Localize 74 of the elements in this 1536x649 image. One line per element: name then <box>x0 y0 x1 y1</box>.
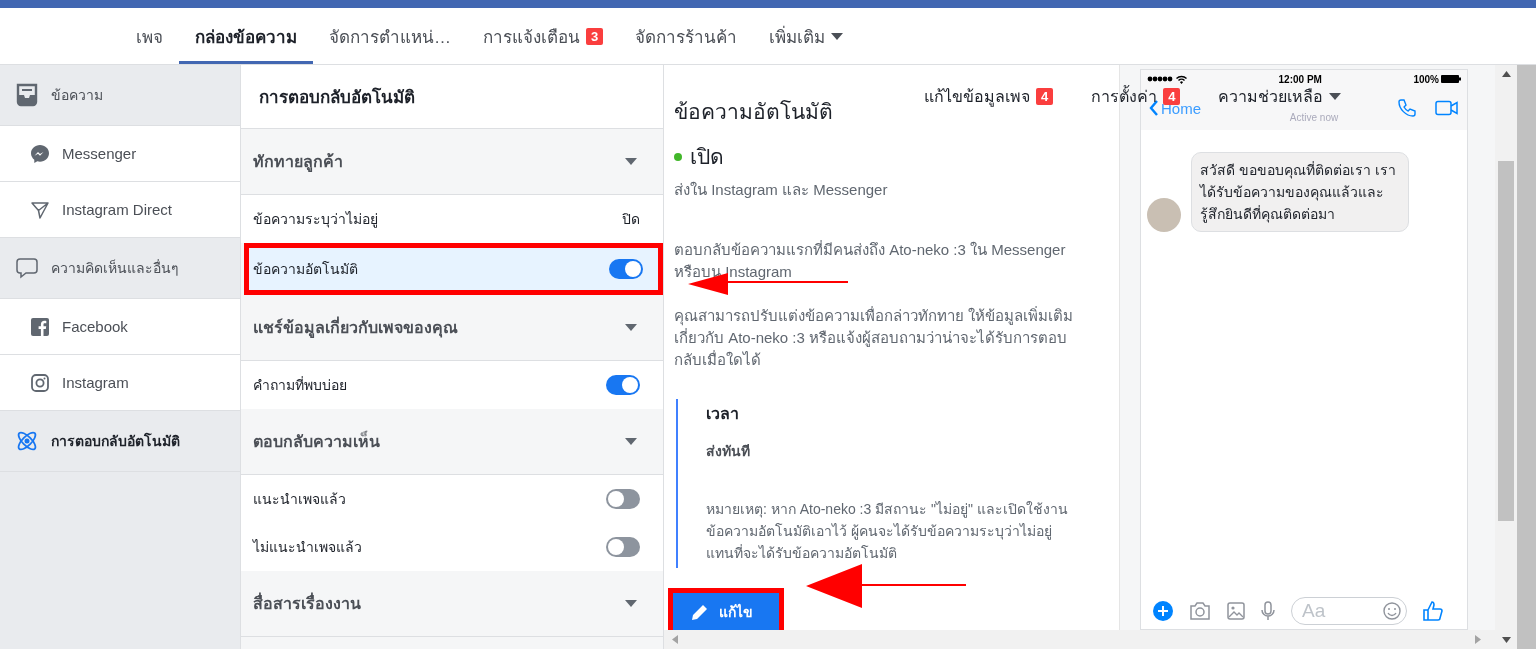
setting-row[interactable]: ไม่แนะนำเพจแล้ว <box>241 523 663 571</box>
description-text: ตอบกลับข้อความแรกที่มีคนส่งถึง Ato-neko :3 ใน Messenger หรือบน Instagram <box>674 239 1067 282</box>
setting-label: ไม่แนะนำเพจแล้ว <box>253 538 362 557</box>
caret-icon <box>625 158 637 165</box>
setting-label: ข้อความระบุว่าไม่อยู่ <box>253 210 378 230</box>
caret-icon <box>625 438 637 445</box>
sidebar-item[interactable]: Facebook <box>0 299 240 355</box>
scroll-left-icon[interactable] <box>672 635 678 644</box>
setting-row[interactable]: ข้อความอัตโนมัติ <box>249 248 658 290</box>
notification-badge: 3 <box>586 27 604 45</box>
sidebar-item[interactable]: Messenger <box>0 126 240 182</box>
facebook-icon <box>30 316 50 337</box>
timing-value: ส่งทันที <box>706 442 751 461</box>
nav-tab[interactable]: เพิ่มเติม <box>753 11 860 64</box>
avatar <box>1147 198 1181 232</box>
chevron-left-icon <box>1149 100 1159 116</box>
caret-icon <box>625 600 637 607</box>
setting-label: ข้อความอัตโนมัติ <box>253 260 358 279</box>
message-bubble: สวัสดี ขอขอบคุณที่ติดต่อเรา เราได้รับข้อความของคุณแล้วและรู้สึกยินดีที่คุณติดต่อมา <box>1191 152 1409 232</box>
toggle-switch[interactable] <box>609 259 643 279</box>
scrollbar-thumb[interactable] <box>1498 161 1514 521</box>
setting-row[interactable]: แนะนำเพจแล้ว <box>241 475 663 523</box>
caret-icon <box>625 324 637 331</box>
thumbs-up-icon[interactable] <box>1423 601 1443 621</box>
toggle-switch[interactable] <box>606 489 640 509</box>
setting-row[interactable]: ข้อความระบุว่าไม่อยู่ ปิด <box>241 195 663 243</box>
speech-bubble-icon <box>15 256 39 280</box>
panel-title: การตอบกลับอัตโนมัติ <box>241 65 663 129</box>
messenger-icon <box>30 143 50 164</box>
page-menu-item[interactable]: ความช่วยเหลือ <box>1218 84 1342 109</box>
timing-label: เวลา <box>706 404 740 424</box>
status-label: เปิด <box>690 144 724 170</box>
atom-icon <box>15 429 39 453</box>
plus-circle-icon[interactable] <box>1153 601 1173 621</box>
message-input[interactable]: Aa <box>1291 597 1407 625</box>
sidebar-item[interactable]: Instagram Direct <box>0 182 240 238</box>
notification-badge: 4 <box>1036 88 1054 105</box>
setting-label: แนะนำเพจแล้ว <box>253 490 346 509</box>
image-icon[interactable] <box>1227 602 1245 620</box>
pencil-icon <box>691 603 709 621</box>
setting-row[interactable]: คำถามที่พบบ่อย <box>241 361 663 409</box>
subtitle: ส่งใน Instagram และ Messenger <box>674 180 889 200</box>
smiley-icon[interactable] <box>1383 602 1401 620</box>
signal-icon <box>1147 76 1173 82</box>
battery-icon <box>1441 75 1461 83</box>
camera-icon <box>30 372 50 393</box>
paper-plane-icon <box>30 199 50 220</box>
clock-time: 12:00 PM <box>1278 73 1322 85</box>
nav-tab[interactable]: เพจ <box>120 11 179 64</box>
nav-tab[interactable]: จัดการร้านค้า <box>619 11 754 64</box>
page-menu-item[interactable]: แก้ไขข้อมูลเพจ 4 <box>924 84 1054 109</box>
inbox-icon <box>15 82 39 108</box>
microphone-icon[interactable] <box>1261 601 1275 621</box>
scroll-up-icon[interactable] <box>1501 71 1511 77</box>
setting-label: คำถามที่พบบ่อย <box>253 375 347 395</box>
setting-status: ปิด <box>622 210 640 229</box>
video-camera-icon[interactable] <box>1435 100 1459 116</box>
presence-status: Active now <box>1289 111 1339 123</box>
scroll-down-icon[interactable] <box>1501 637 1511 643</box>
edit-button[interactable]: แก้ไข <box>673 593 779 631</box>
toggle-switch[interactable] <box>606 537 640 557</box>
nav-tab[interactable]: การแจ้งเตือน 3 <box>467 11 620 64</box>
toggle-switch[interactable] <box>606 375 640 395</box>
description-text: คุณสามารถปรับแต่งข้อความเพื่อกล่าวทักทาย ให้ข้อมูลเพิ่มเติมเกี่ยวกับ Ato-neko :3 หรือแจ้งผู้สอบถามว่าน่าจะได้รับการตอบกลับเมื่อใดได้ <box>674 305 1075 370</box>
phone-icon[interactable] <box>1397 98 1417 118</box>
battery-percent: 100% <box>1413 73 1439 85</box>
sidebar-item[interactable]: Instagram <box>0 355 240 411</box>
notification-badge: 4 <box>1163 88 1181 105</box>
camera-icon[interactable] <box>1189 601 1211 621</box>
wifi-icon <box>1176 74 1187 84</box>
note-text: หมายเหตุ: หาก Ato-neko :3 มีสถานะ "ไม่อยู่" และเปิดใช้งานข้อความอัตโนมัติเอาไว้ ผู้คนจะได้รับข้อความระบุว่าไม่อยู่แทนที่จะได้รับข้อความอัตโนมัติ <box>706 500 1069 563</box>
detail-title: ข้อความอัตโนมัติ <box>674 99 833 125</box>
scroll-right-icon[interactable] <box>1475 635 1481 644</box>
nav-tab[interactable]: จัดการตำแหน่… <box>313 11 467 64</box>
